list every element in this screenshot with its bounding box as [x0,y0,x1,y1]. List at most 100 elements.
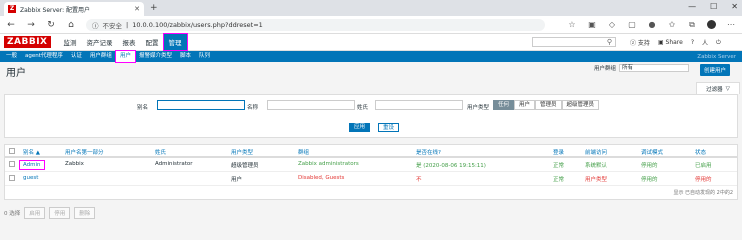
browser-tab[interactable]: Z Zabbix Server: 配置用户 ✕ [4,2,144,16]
subnav-proxies[interactable]: agent代理程序 [21,51,67,62]
favorites-icon[interactable]: ✩ [667,20,677,29]
top-menu: 监测 资产记录 报表 配置 管理 [59,33,188,51]
user-online-status: 不 [416,177,422,183]
user-alias-link[interactable]: Admin [19,160,45,170]
subnav-scripts[interactable]: 脚本 [176,51,195,62]
profile-avatar[interactable] [707,20,716,29]
close-window-icon[interactable]: ✕ [731,2,738,11]
star-icon[interactable]: ☆ [567,20,577,29]
support-label: 支持 [637,40,650,47]
disable-button[interactable]: 停用 [49,207,71,219]
subnav-user-groups[interactable]: 用户群组 [86,51,116,62]
logout-icon[interactable]: ⏻ [716,39,721,47]
search-icon[interactable]: ⚲ [607,38,612,46]
user-type-superadmin[interactable]: 超级管理员 [561,100,600,110]
divider: | [126,20,129,29]
subnav-queue[interactable]: 队列 [195,51,214,62]
user-type-any[interactable]: 任何 [493,100,515,110]
header-groups: 群组 [298,150,310,156]
color-extension-icon[interactable]: ● [647,20,657,29]
user-login-status: 正常 [553,163,565,169]
menu-monitoring[interactable]: 监测 [59,34,82,50]
user-type-user[interactable]: 用户 [514,100,536,110]
delete-button[interactable]: 删除 [74,207,96,219]
browser-tab-bar: Z Zabbix Server: 配置用户 ✕ + — ☐ ✕ [0,0,742,16]
surname-input[interactable] [375,100,463,110]
subnav-users[interactable]: 用户 [114,50,136,63]
header-right-tools: ⓩ 支持 ▣ Share ? 人 ⏻ [630,38,721,48]
select-all-checkbox[interactable] [9,148,15,154]
zabbix-favicon-icon: Z [8,5,16,13]
close-tab-icon[interactable]: ✕ [134,5,140,13]
enable-button[interactable]: 启用 [24,207,46,219]
global-search-input[interactable]: ⚲ [532,37,616,47]
user-groups-link[interactable]: Zabbix administrators [298,161,359,167]
subnav-authentication[interactable]: 认证 [67,51,86,62]
table-header-row: 别名 ▲ 用户名第一部分 姓氏 用户类型 群组 是否在线? 登录 前端访问 调试… [5,145,737,158]
create-user-button[interactable]: 创建用户 [700,64,731,76]
home-icon[interactable]: ⌂ [66,20,76,30]
user-debug-mode[interactable]: 停用的 [641,161,658,169]
support-link[interactable]: ⓩ 支持 [630,38,650,47]
menu-configuration[interactable]: 配置 [141,34,164,50]
more-icon[interactable]: ⋯ [726,20,736,29]
header-alias[interactable]: 别名 ▲ [23,148,40,156]
insecure-label: 不安全 [102,21,123,30]
collections-icon[interactable]: ⧉ [687,20,697,30]
minimize-icon[interactable]: — [688,2,696,11]
user-type: 用户 [231,177,243,183]
usergroup-select[interactable]: 所有 [619,64,690,72]
filter-panel: 别名 名称 姓氏 用户类型 任何 用户 管理员 超级管理员 应用 重设 [4,94,738,138]
refresh-icon[interactable]: ↻ [46,20,56,30]
filter-tab[interactable]: 过滤器 ▽ [696,82,740,94]
user-debug-mode[interactable]: 停用的 [641,175,658,183]
zabbix-logo[interactable]: ZABBIX [4,36,51,48]
user-frontend-access: 系统默认 [585,163,608,169]
back-icon[interactable]: ← [6,20,16,30]
user-status[interactable]: 已启用 [695,161,712,169]
menu-inventory[interactable]: 资产记录 [82,34,118,50]
header-name[interactable]: 用户名第一部分 [65,148,104,156]
filter-icon: ▽ [725,85,730,92]
header-user-type[interactable]: 用户类型 [231,148,253,156]
address-bar[interactable]: ⓘ 不安全 | 10.0.0.100/zabbix/users.php?ddre… [86,18,545,31]
page-title: 用户 [6,67,26,79]
header-online: 是否在线? [416,150,441,156]
table-row: Admin Zabbix Administrator 超级管理员 Zabbix … [5,158,737,172]
maximize-icon[interactable]: ☐ [710,2,717,11]
apply-button[interactable]: 应用 [349,123,371,132]
sub-navigation: 一般 agent代理程序 认证 用户群组 用户 报警媒介类型 脚本 队列 Zab… [0,50,742,63]
user-surname: Administrator [155,161,193,167]
forward-icon[interactable]: → [26,20,36,30]
help-icon[interactable]: ? [691,39,694,46]
name-input[interactable] [267,100,355,110]
table-row: guest 用户 Disabled, Guests 不 正常 用户类型 停用的 … [5,172,737,186]
reset-button[interactable]: 重设 [378,123,400,132]
user-type-admin[interactable]: 管理员 [535,100,562,110]
share-link[interactable]: ▣ Share [658,39,683,46]
user-groups-link[interactable]: Disabled, Guests [298,175,344,181]
usergroup-label: 用户群组 [594,66,617,72]
info-icon[interactable]: ⓘ [92,20,99,30]
extension-icon[interactable]: ▢ [627,20,637,29]
alias-input[interactable] [157,100,245,110]
row-checkbox[interactable] [9,175,15,181]
new-tab-icon[interactable]: + [150,3,158,13]
row-checkbox[interactable] [9,161,15,167]
menu-administration[interactable]: 管理 [162,33,188,51]
user-profile-icon[interactable]: 人 [702,38,708,47]
user-type-label: 用户类型 [467,105,490,111]
share-label: Share [665,39,683,46]
user-login-status: 正常 [553,177,565,183]
header-surname[interactable]: 姓氏 [155,148,166,156]
shield-icon[interactable]: ◇ [607,20,617,29]
subnav-media-types[interactable]: 报警媒介类型 [135,51,176,62]
user-frontend-access: 用户类型 [585,177,608,183]
user-status[interactable]: 停用的 [695,175,712,183]
filter-tab-label: 过滤器 [706,86,723,93]
mass-action-bar: 0 选择 启用 停用 删除 [0,206,742,220]
user-alias-link[interactable]: guest [23,175,38,181]
menu-reports[interactable]: 报表 [118,34,141,50]
reader-icon[interactable]: ▣ [587,20,597,29]
subnav-general[interactable]: 一般 [2,51,21,62]
